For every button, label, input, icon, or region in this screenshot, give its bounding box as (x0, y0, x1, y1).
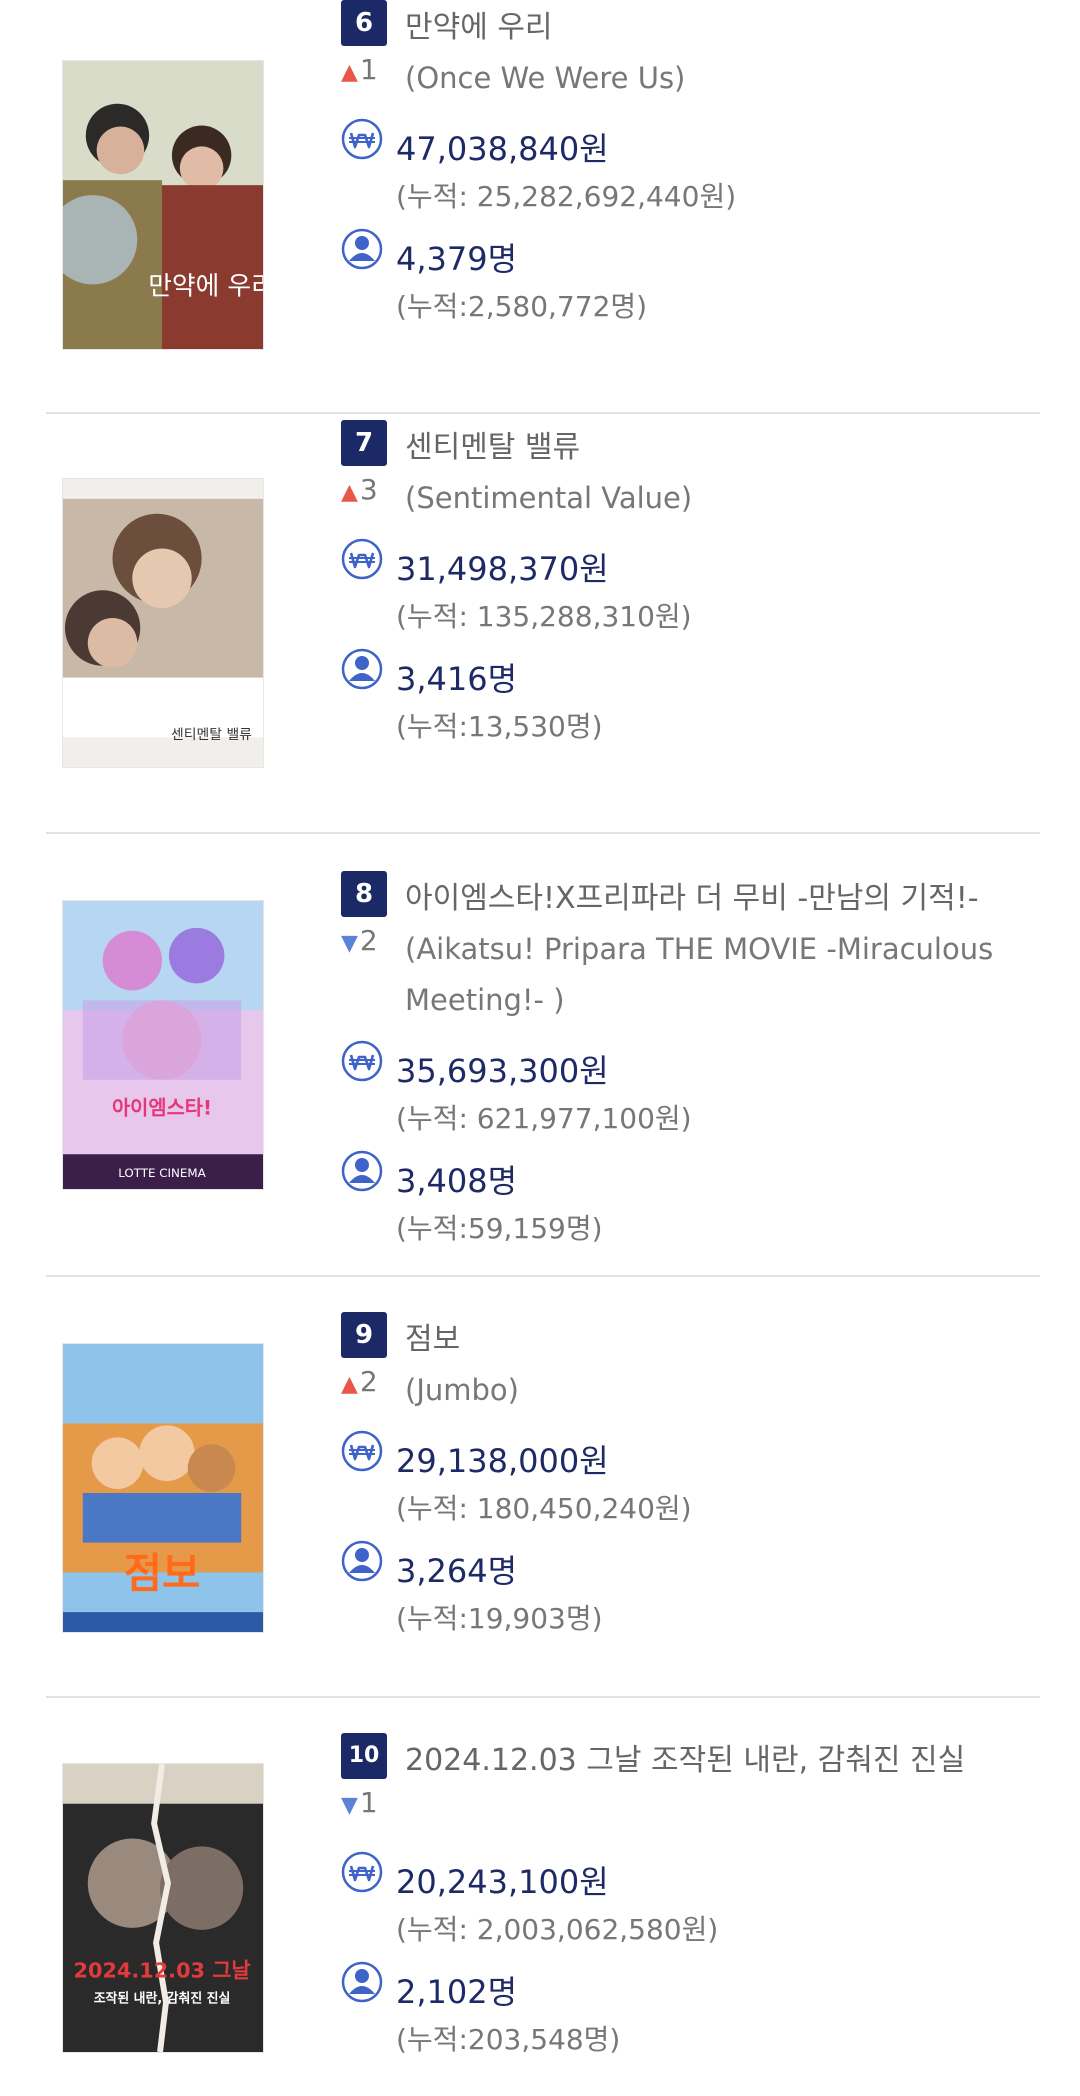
poster-title: 점보 (124, 1548, 200, 1597)
poster-title: 만약에 우리 (148, 271, 263, 301)
divider (46, 832, 1040, 834)
poster-subtitle: 조작된 내란, 감춰진 진실 (94, 1990, 231, 2006)
cumulative-revenue: (누적: 621,977,100원) (396, 1102, 692, 1135)
rank-change-value: 2 (359, 1365, 378, 1398)
daily-revenue: 47,038,840원 (396, 130, 609, 168)
movie-title-ko[interactable]: 아이엠스타!X프리파라 더 무비 -만남의 기적!- (405, 873, 979, 917)
rank-change-value: 1 (359, 1786, 378, 1819)
movie-poster[interactable]: 2024.12.03 그날 조작된 내란, 감춰진 진실 (62, 1763, 264, 2053)
rank-change-value: 1 (359, 53, 378, 86)
rank-change: ▲1 (341, 53, 378, 86)
won-coin-icon (341, 1040, 383, 1082)
rank-change: ▲2 (341, 1365, 378, 1398)
movie-poster[interactable]: 만약에 우리 (62, 60, 264, 350)
daily-revenue: 29,138,000원 (396, 1442, 609, 1480)
person-icon (341, 1540, 383, 1582)
cumulative-revenue: (누적: 25,282,692,440원) (396, 180, 737, 213)
movie-title-ko[interactable]: 센티멘탈 밸류 (405, 422, 580, 466)
rank-change: ▼2 (341, 924, 378, 957)
movie-poster[interactable]: 아이엠스타! LOTTE CINEMA (62, 900, 264, 1190)
rank-change: ▼1 (341, 1786, 378, 1819)
daily-revenue: 35,693,300원 (396, 1052, 609, 1090)
won-coin-icon (341, 1430, 383, 1472)
divider (46, 412, 1040, 414)
person-icon (341, 1961, 383, 2003)
arrow-up-icon: ▲ (341, 480, 358, 505)
rank-change-value: 3 (359, 473, 378, 506)
daily-audience: 4,379명 (396, 240, 518, 278)
cumulative-revenue: (누적: 135,288,310원) (396, 600, 692, 633)
daily-revenue: 20,243,100원 (396, 1863, 609, 1901)
movie-poster[interactable]: 점보 (62, 1343, 264, 1633)
won-coin-icon (341, 118, 383, 160)
daily-audience: 3,416명 (396, 660, 518, 698)
daily-audience: 2,102명 (396, 1973, 518, 2011)
rank-badge: 7 (341, 420, 387, 466)
rank-change: ▲3 (341, 473, 378, 506)
won-coin-icon (341, 1851, 383, 1893)
poster-title: 센티멘탈 밸류 (171, 727, 252, 743)
won-coin-icon (341, 538, 383, 580)
divider (46, 1275, 1040, 1277)
poster-title: 2024.12.03 그날 (74, 1958, 251, 1982)
rank-badge: 6 (341, 0, 387, 46)
box-office-list: 만약에 우리 6 만약에 우리 ▲1 (Once We Were Us) 47,… (0, 0, 1080, 2096)
rank-badge: 10 (341, 1733, 387, 1779)
arrow-up-icon: ▲ (341, 1372, 358, 1397)
cumulative-audience: (누적:13,530명) (396, 710, 603, 743)
movie-title-ko[interactable]: 2024.12.03 그날 조작된 내란, 감춰진 진실 (405, 1735, 965, 1779)
arrow-down-icon: ▼ (341, 1793, 358, 1818)
movie-title-en[interactable]: (Sentimental Value) (405, 473, 1025, 524)
rank-badge: 8 (341, 871, 387, 917)
movie-title-ko[interactable]: 점보 (405, 1314, 460, 1358)
movie-title-ko[interactable]: 만약에 우리 (405, 2, 553, 46)
person-icon (341, 648, 383, 690)
cumulative-audience: (누적:2,580,772명) (396, 290, 648, 323)
movie-poster[interactable]: 센티멘탈 밸류 (62, 478, 264, 768)
movie-title-en[interactable]: (Aikatsu! Pripara THE MOVIE -Miraculous … (405, 924, 1025, 1026)
cumulative-revenue: (누적: 180,450,240원) (396, 1492, 692, 1525)
cumulative-audience: (누적:203,548명) (396, 2023, 621, 2056)
movie-title-en[interactable]: (Once We Were Us) (405, 53, 1025, 104)
rank-change-value: 2 (359, 924, 378, 957)
person-icon (341, 1150, 383, 1192)
movie-title-en[interactable]: (Jumbo) (405, 1365, 1025, 1416)
daily-audience: 3,408명 (396, 1162, 518, 1200)
svg-text:아이엠스타!: 아이엠스타! (112, 1096, 212, 1119)
person-icon (341, 228, 383, 270)
arrow-down-icon: ▼ (341, 931, 358, 956)
divider (46, 1696, 1040, 1698)
daily-audience: 3,264명 (396, 1552, 518, 1590)
cumulative-audience: (누적:19,903명) (396, 1602, 603, 1635)
cumulative-revenue: (누적: 2,003,062,580원) (396, 1913, 719, 1946)
poster-title: LOTTE CINEMA (118, 1166, 206, 1180)
arrow-up-icon: ▲ (341, 60, 358, 85)
daily-revenue: 31,498,370원 (396, 550, 609, 588)
cumulative-audience: (누적:59,159명) (396, 1212, 603, 1245)
rank-badge: 9 (341, 1312, 387, 1358)
